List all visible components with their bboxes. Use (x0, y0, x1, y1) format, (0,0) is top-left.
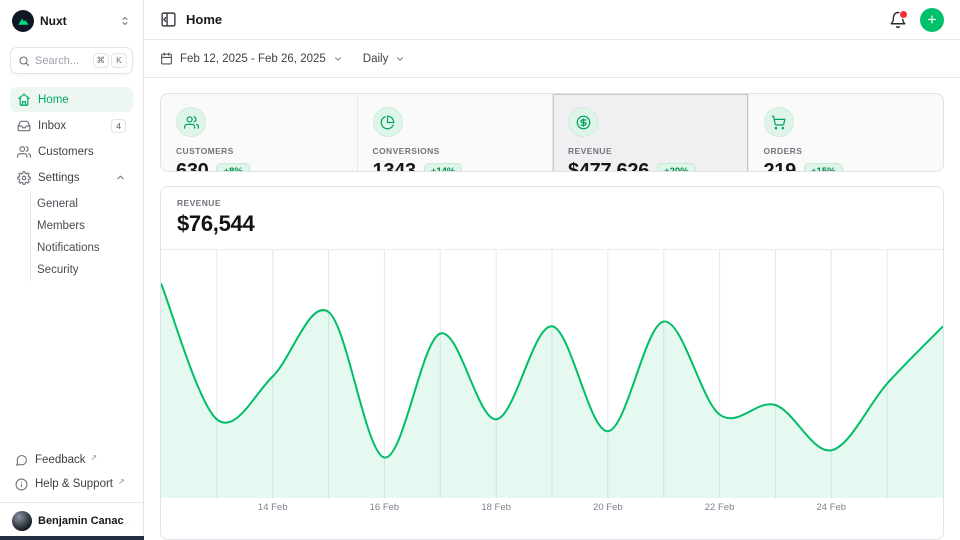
chevron-up-down-icon (130, 516, 131, 527)
stat-card-orders[interactable]: ORDERS 219 +15% (748, 94, 944, 172)
stat-delta-badge: +8% (216, 163, 249, 173)
sidebar-item-notifications[interactable]: Notifications (31, 237, 133, 259)
external-link-icon: ↗ (118, 477, 125, 486)
stat-label: CONVERSIONS (373, 146, 538, 156)
search-placeholder: Search... (35, 55, 88, 67)
sidebar-item-label: Home (38, 94, 69, 106)
footer-link-label: Feedback (35, 454, 86, 466)
period-value: Daily (363, 53, 389, 65)
sidebar-footer: Feedback ↗ Help & Support ↗ (10, 449, 133, 502)
stat-label: REVENUE (568, 146, 733, 156)
x-axis-tick-label: 22 Feb (705, 502, 735, 513)
workspace-switcher[interactable]: Nuxt (10, 9, 133, 33)
inbox-count-badge: 4 (111, 119, 126, 133)
external-link-icon: ↗ (91, 453, 98, 462)
plus-icon (926, 13, 938, 26)
help-support-link[interactable]: Help & Support ↗ (10, 473, 133, 495)
circle-dollar-icon (568, 107, 598, 137)
page-title: Home (186, 12, 222, 27)
stat-card-revenue[interactable]: REVENUE $477,626 +20% (552, 94, 748, 172)
info-circle-icon (15, 478, 28, 491)
sidebar-item-home[interactable]: Home (10, 87, 133, 112)
gear-icon (17, 171, 31, 185)
revenue-chart-card: REVENUE $76,544 14 Feb 16 Feb 18 Feb 20 Feb… (160, 186, 944, 540)
stat-delta-badge: +20% (657, 163, 696, 173)
stat-card-customers[interactable]: CUSTOMERS 630 +8% (161, 94, 357, 172)
sidebar-item-security[interactable]: Security (31, 259, 133, 281)
app-root: Nuxt Search... ⌘ K Home Inbox 4 Cu (0, 0, 960, 540)
x-axis-tick-label: 24 Feb (816, 502, 846, 513)
workspace-name: Nuxt (40, 14, 113, 28)
stat-label: CUSTOMERS (176, 146, 342, 156)
add-button[interactable] (920, 8, 944, 32)
home-icon (17, 93, 31, 107)
x-axis-tick-label: 20 Feb (593, 502, 623, 513)
sidebar-item-label: Inbox (38, 120, 66, 132)
users-icon (176, 107, 206, 137)
bottom-dark-strip (0, 536, 144, 540)
pie-chart-icon (373, 107, 403, 137)
sidebar-nav: Home Inbox 4 Customers Settings General … (10, 87, 133, 281)
stat-delta-badge: +15% (804, 163, 843, 173)
avatar (12, 511, 32, 531)
kbd-meta: ⌘ (93, 53, 110, 68)
filter-toolbar: Feb 12, 2025 - Feb 26, 2025 Daily (144, 40, 960, 78)
shopping-cart-icon (764, 107, 794, 137)
chart-total-value: $76,544 (177, 211, 927, 237)
footer-link-label: Help & Support (35, 478, 113, 490)
stat-delta-badge: +14% (424, 163, 463, 173)
sidebar-item-settings[interactable]: Settings (10, 165, 133, 190)
chart-header: REVENUE $76,544 (161, 187, 943, 250)
chevron-down-icon (395, 54, 405, 64)
user-name: Benjamin Canac (38, 515, 124, 527)
users-icon (17, 145, 31, 159)
stats-row: CUSTOMERS 630 +8% CONVERSIONS 1343 +14% (160, 93, 944, 172)
sidebar-item-customers[interactable]: Customers (10, 139, 133, 164)
stat-card-conversions[interactable]: CONVERSIONS 1343 +14% (357, 94, 553, 172)
inbox-icon (17, 119, 31, 133)
sidebar-item-label: Customers (38, 146, 94, 158)
collapse-sidebar-icon[interactable] (160, 11, 177, 28)
notifications-button[interactable] (889, 11, 907, 29)
feedback-link[interactable]: Feedback ↗ (10, 449, 133, 471)
sidebar-item-general[interactable]: General (31, 193, 133, 215)
sidebar-item-members[interactable]: Members (31, 215, 133, 237)
stat-label: ORDERS (764, 146, 929, 156)
x-axis-tick-label: 16 Feb (370, 502, 400, 513)
stat-value: 1343 (373, 160, 416, 172)
date-range-value: Feb 12, 2025 - Feb 26, 2025 (180, 53, 326, 65)
main-panel: Home Feb 12, 2025 - Feb 26, 2025 Daily (144, 0, 960, 540)
chevron-up-icon (115, 172, 126, 183)
sidebar-item-label: Settings (38, 172, 80, 184)
page-content: CUSTOMERS 630 +8% CONVERSIONS 1343 +14% (144, 78, 960, 540)
notification-dot (899, 10, 908, 19)
chart-canvas (161, 250, 943, 498)
chevron-down-icon (333, 54, 343, 64)
stat-value: 219 (764, 160, 796, 172)
sidebar-item-inbox[interactable]: Inbox 4 (10, 113, 133, 138)
nuxt-logo-icon (12, 10, 34, 32)
date-range-picker[interactable]: Feb 12, 2025 - Feb 26, 2025 (160, 52, 343, 65)
chevron-up-down-icon (119, 15, 131, 27)
topbar-actions (889, 8, 944, 32)
chat-bubble-icon (15, 454, 28, 467)
chart-title: REVENUE (177, 198, 927, 208)
x-axis-tick-label: 18 Feb (481, 502, 511, 513)
revenue-area-chart[interactable] (161, 250, 943, 498)
top-header: Home (144, 0, 960, 40)
kbd-key: K (111, 53, 127, 68)
stat-value: 630 (176, 160, 208, 172)
calendar-icon (160, 52, 173, 65)
period-select[interactable]: Daily (363, 53, 406, 65)
settings-subnav: General Members Notifications Security (30, 193, 133, 281)
x-axis-tick-label: 14 Feb (258, 502, 288, 513)
user-menu[interactable]: Benjamin Canac (0, 502, 143, 540)
search-shortcut: ⌘ K (93, 53, 128, 68)
x-axis: 14 Feb 16 Feb 18 Feb 20 Feb 22 Feb 24 Feb (161, 498, 943, 520)
search-input[interactable]: Search... ⌘ K (10, 47, 133, 74)
search-icon (18, 55, 30, 67)
sidebar: Nuxt Search... ⌘ K Home Inbox 4 Cu (0, 0, 144, 540)
stat-value: $477,626 (568, 160, 649, 172)
